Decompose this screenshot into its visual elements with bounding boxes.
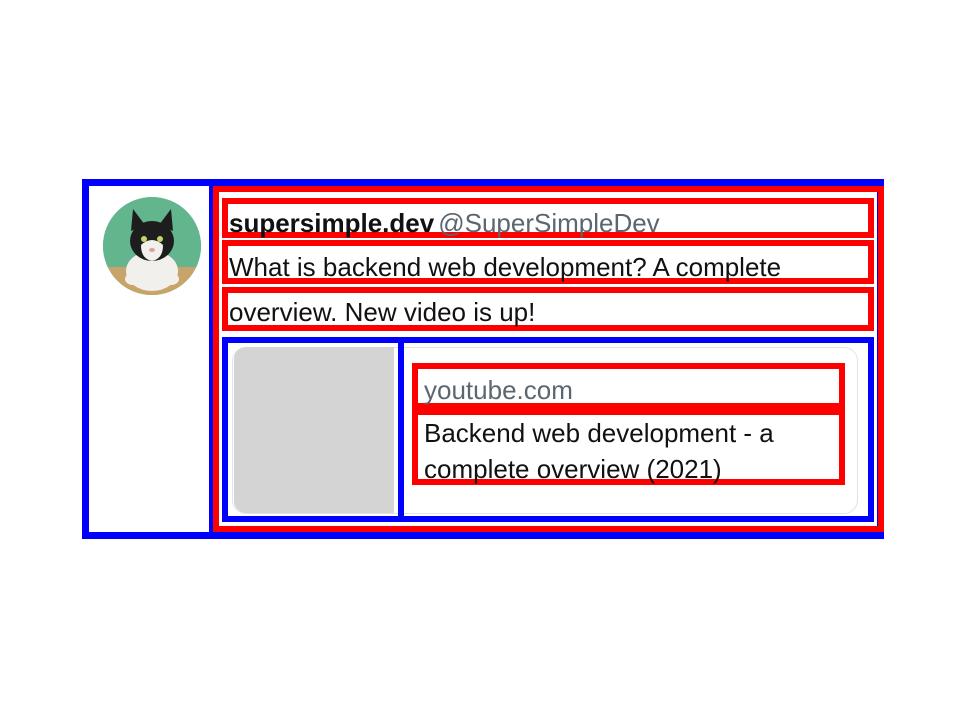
author-handle[interactable]: @SuperSimpleDev [438, 208, 659, 238]
tweet-header: supersimple.dev @SuperSimpleDev [229, 208, 660, 238]
link-domain[interactable]: youtube.com [424, 375, 573, 405]
link-card[interactable]: youtube.com Backend web development - a … [222, 337, 874, 522]
stage: supersimple.dev @SuperSimpleDev What is b… [0, 0, 960, 720]
link-thumbnail-column [228, 343, 404, 516]
cat-photo-icon [103, 197, 201, 295]
tweet-text-line-1: What is backend web development? A compl… [229, 252, 782, 282]
tweet-content: supersimple.dev @SuperSimpleDev What is b… [213, 186, 884, 532]
tweet-text-line-2: overview. New video is up! [229, 297, 536, 327]
tweet[interactable]: supersimple.dev @SuperSimpleDev What is b… [82, 179, 884, 539]
avatar[interactable] [103, 197, 201, 295]
link-title[interactable]: Backend web development - a complete ove… [424, 415, 834, 487]
author-name[interactable]: supersimple.dev [229, 208, 434, 238]
avatar-column [89, 186, 216, 532]
link-thumbnail[interactable] [234, 347, 394, 513]
